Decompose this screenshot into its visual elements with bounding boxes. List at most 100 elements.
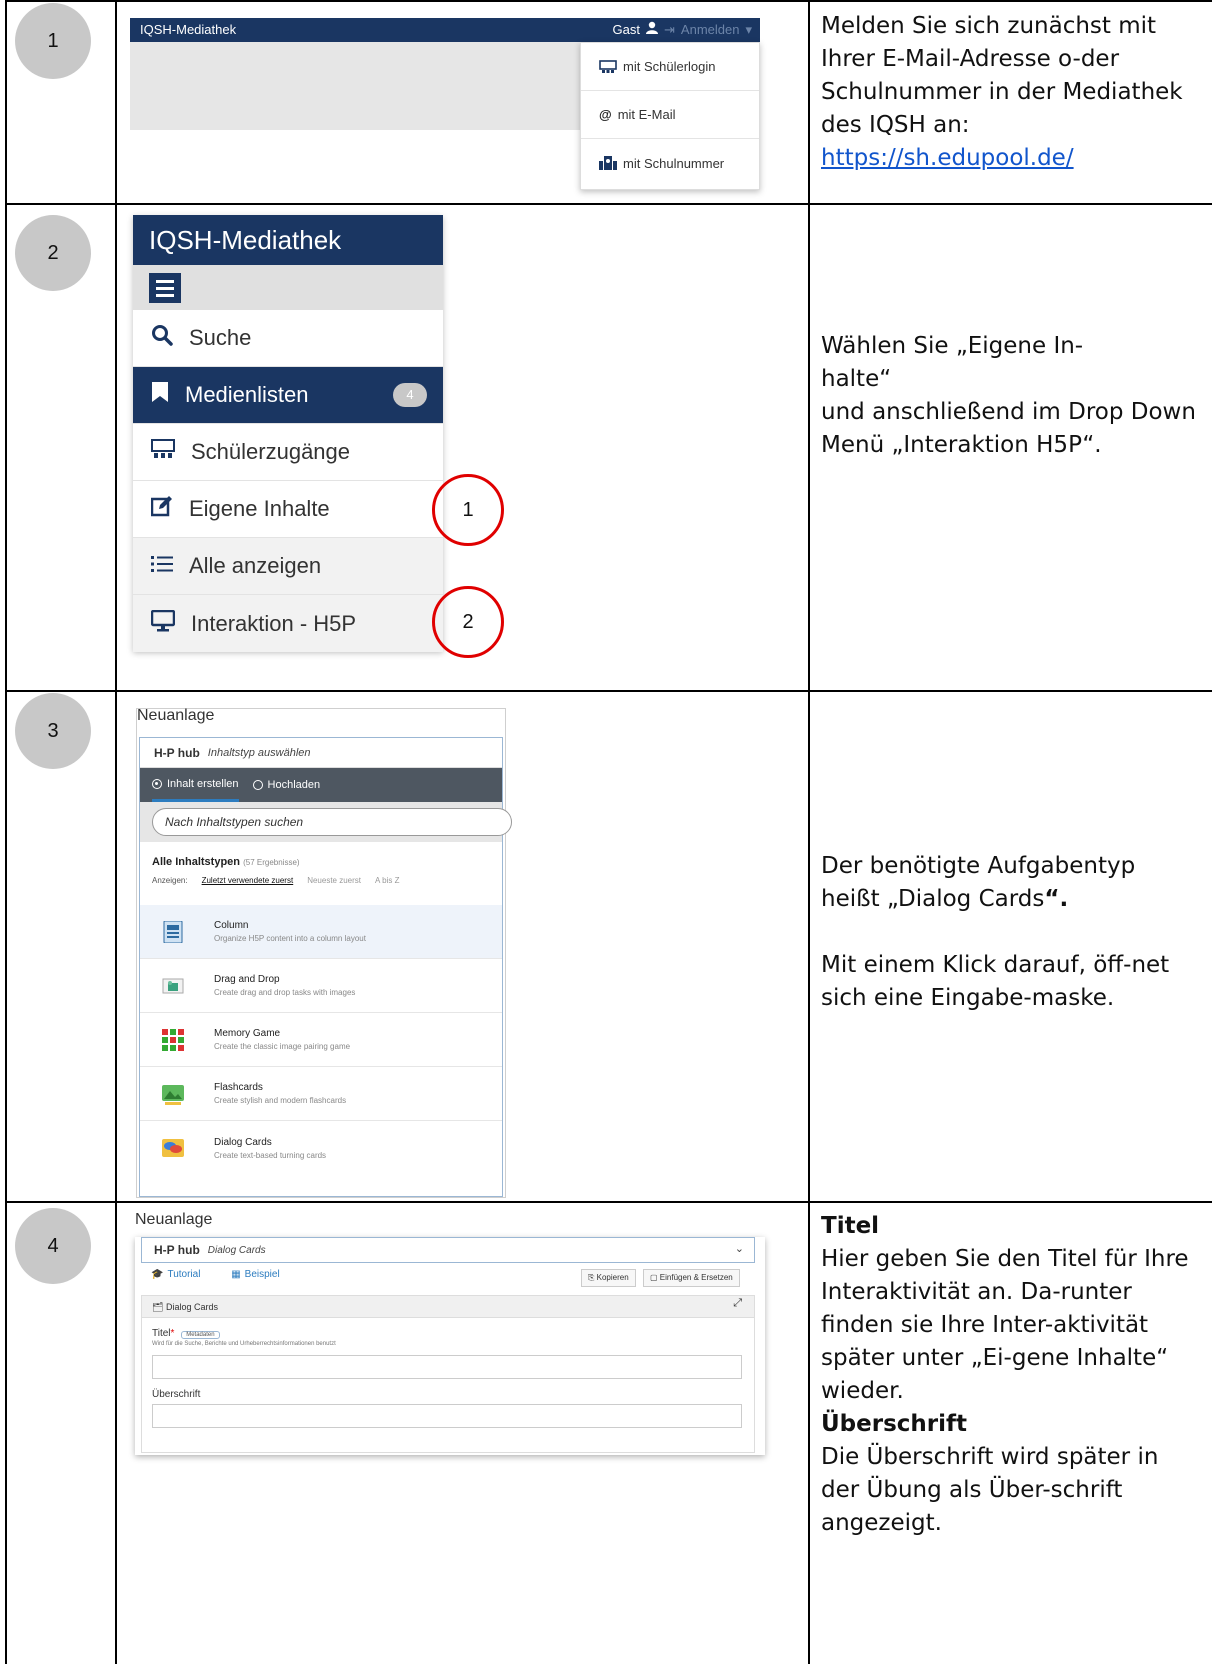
radio-checked-icon <box>152 778 162 789</box>
sidebar-item-eigene-inhalte[interactable]: Eigene Inhalte <box>133 481 443 538</box>
radio-unchecked-icon <box>252 780 263 790</box>
sidebar-item-label: Medienlisten <box>185 382 309 407</box>
tab-inhalt-erstellen[interactable]: Inhalt erstellen <box>152 768 239 802</box>
login-toggle[interactable]: Anmelden <box>681 18 740 42</box>
user-icon <box>646 18 659 42</box>
sidebar-item-medienlisten[interactable]: Medienlisten 4 <box>133 367 443 424</box>
step-2-line: halte“ <box>821 366 892 392</box>
example-link[interactable]: ▦ Beispiel <box>231 1269 279 1280</box>
type-desc: Create stylish and modern flashcards <box>214 1096 347 1105</box>
mediathek-link[interactable]: https://sh.edupool.de/ <box>821 145 1074 171</box>
step-2-line: Wählen Sie „Eigene In- <box>821 333 1084 359</box>
menu-toggle-row <box>133 265 443 310</box>
sidebar-brand: IQSH-Mediathek <box>133 215 443 265</box>
tutorial-link[interactable]: 🎓 Tutorial <box>151 1269 200 1280</box>
login-option-email[interactable]: @ mit E-Mail <box>581 91 759 139</box>
step-number-2: 2 <box>15 215 91 291</box>
login-screenshot: IQSH-Mediathek Gast ⇥ Anmelden ▾ mit Sch… <box>130 18 760 193</box>
table-row-divider <box>5 690 1212 692</box>
expand-icon[interactable]: ⤢ <box>733 1296 742 1310</box>
hamburger-icon[interactable] <box>149 273 181 303</box>
login-option-student[interactable]: mit Schülerlogin <box>581 43 759 91</box>
type-desc: Create the classic image pairing game <box>214 1042 351 1051</box>
flashcards-icon <box>162 1084 184 1105</box>
content-type-drag-and-drop[interactable]: Drag and Drop Create drag and drop tasks… <box>140 959 502 1013</box>
sidebar-item-label: Schülerzugänge <box>191 439 351 464</box>
editor-card: H-P hub Dialog Cards ⌄ 🎓 Tutorial ▦ Beis… <box>135 1237 765 1455</box>
type-name: Memory Game <box>214 1028 281 1039</box>
dialog-cards-group: 🗂 Dialog Cards ⤢ Titel* Metadaten Wird f… <box>141 1295 755 1453</box>
table-border-left <box>5 0 7 1664</box>
tab-hochladen[interactable]: Hochladen <box>252 768 321 802</box>
paste-button[interactable]: ▢ Einfügen & Ersetzen <box>643 1269 740 1287</box>
sidebar-item-suche[interactable]: Suche <box>133 310 443 367</box>
instruction-table: 1 IQSH-Mediathek Gast ⇥ Anmelden ▾ mit S… <box>0 0 1212 1664</box>
step-3-text-b: Mit einem Klick darauf, öff-net sich ein… <box>821 952 1170 1011</box>
heading-field-label: Überschrift <box>152 1389 201 1400</box>
table-row-divider <box>5 1201 1212 1203</box>
content-type-list: Column Organize H5P content into a colum… <box>140 905 502 1175</box>
title-field-label: Titel* Metadaten <box>142 1318 754 1339</box>
content-type-flashcards[interactable]: Flashcards Create stylish and modern fla… <box>140 1067 502 1121</box>
sidebar-item-schuelerzugaenge[interactable]: Schülerzugänge <box>133 424 443 481</box>
editor-toolbar: 🎓 Tutorial ▦ Beispiel ⎘ Kopieren ▢ Einfü… <box>141 1269 755 1291</box>
login-option-label: mit Schülerlogin <box>623 59 716 74</box>
copy-icon: ⎘ <box>588 1273 595 1282</box>
students-icon <box>151 439 175 465</box>
login-option-school[interactable]: mit Schulnummer <box>581 139 759 187</box>
sort-recent[interactable]: Zuletzt verwendete zuerst <box>202 876 294 885</box>
step-2-line: und anschließend im Drop Down Menü „Inte… <box>821 399 1196 458</box>
content-type-dialog-cards[interactable]: Dialog Cards Create text-based turning c… <box>140 1121 502 1175</box>
search-row: Nach Inhaltstypen suchen <box>140 802 512 842</box>
type-name: Dialog Cards <box>214 1136 272 1148</box>
sort-az[interactable]: A bis Z <box>375 876 399 885</box>
brand-name: IQSH-Mediathek <box>140 22 237 37</box>
search-icon <box>151 324 173 352</box>
step-4-description: Titel Hier geben Sie den Titel für Ihre … <box>821 1210 1201 1540</box>
sidebar-screenshot: IQSH-Mediathek Suche Medienlisten 4 Schü… <box>133 215 443 652</box>
step-number-4: 4 <box>15 1208 91 1284</box>
title-field-hint: Wird für die Suche, Berichte und Urheber… <box>152 1341 336 1347</box>
copy-button[interactable]: ⎘ Kopieren <box>581 1269 636 1287</box>
tab-label: Inhalt erstellen <box>167 777 239 790</box>
metadata-button[interactable]: Metadaten <box>181 1331 220 1339</box>
table-column-divider <box>115 0 117 1664</box>
step-number-3: 3 <box>15 693 91 769</box>
step-3-text-a: Der benötigte Aufgabentyp heißt „Dialog … <box>821 853 1136 912</box>
page-title: Neuanlage <box>135 1211 213 1228</box>
marker-2: 2 <box>432 586 504 658</box>
sidebar-item-alle-anzeigen[interactable]: Alle anzeigen <box>133 538 443 595</box>
type-desc: Create drag and drop tasks with images <box>214 988 356 997</box>
content-type-search-input[interactable]: Nach Inhaltstypen suchen <box>152 808 512 836</box>
sidebar-item-label: Alle anzeigen <box>189 553 322 578</box>
type-desc: Organize H5P content into a column layou… <box>214 934 366 943</box>
title-input[interactable] <box>152 1355 742 1379</box>
result-count: (57 Ergebnisse) <box>243 858 300 867</box>
table-column-divider <box>808 0 810 1664</box>
login-icon: ⇥ <box>664 22 675 37</box>
hub-panel: H-P hub Inhaltstyp auswählen Inhalt erst… <box>139 737 512 1197</box>
type-desc: Create text-based turning cards <box>214 1150 327 1160</box>
cards-icon: 🗂 <box>152 1302 164 1312</box>
content-type-column[interactable]: Column Organize H5P content into a colum… <box>140 905 502 959</box>
step-3-description: Der benötigte Aufgabentyp heißt „Dialog … <box>821 850 1201 1015</box>
memory-game-icon <box>162 1028 184 1051</box>
content-type-selector[interactable]: H-P hub Dialog Cards ⌄ <box>141 1237 755 1263</box>
results-heading: Alle Inhaltstypen (57 Ergebnisse) <box>140 842 502 868</box>
sort-newest[interactable]: Neueste zuerst <box>307 876 361 885</box>
sidebar-item-interaktion-h5p[interactable]: Interaktion - H5P <box>133 595 443 652</box>
page-title: Neuanlage <box>137 707 215 724</box>
section-heading-ueberschrift: Überschrift <box>821 1411 968 1437</box>
school-icon <box>599 156 617 170</box>
chevron-down-icon: ⌄ <box>734 1242 744 1255</box>
column-icon <box>163 920 183 943</box>
section-heading-title: Titel <box>821 1213 880 1239</box>
content-type-memory-game[interactable]: Memory Game Create the classic image pai… <box>140 1013 502 1067</box>
drag-drop-icon <box>162 978 184 993</box>
table-border-top <box>5 0 1212 2</box>
list-icon <box>151 553 173 579</box>
group-title: Dialog Cards <box>165 1302 218 1312</box>
tab-label: Hochladen <box>267 779 321 791</box>
dialog-cards-icon <box>162 1139 184 1157</box>
heading-input[interactable] <box>152 1404 742 1428</box>
